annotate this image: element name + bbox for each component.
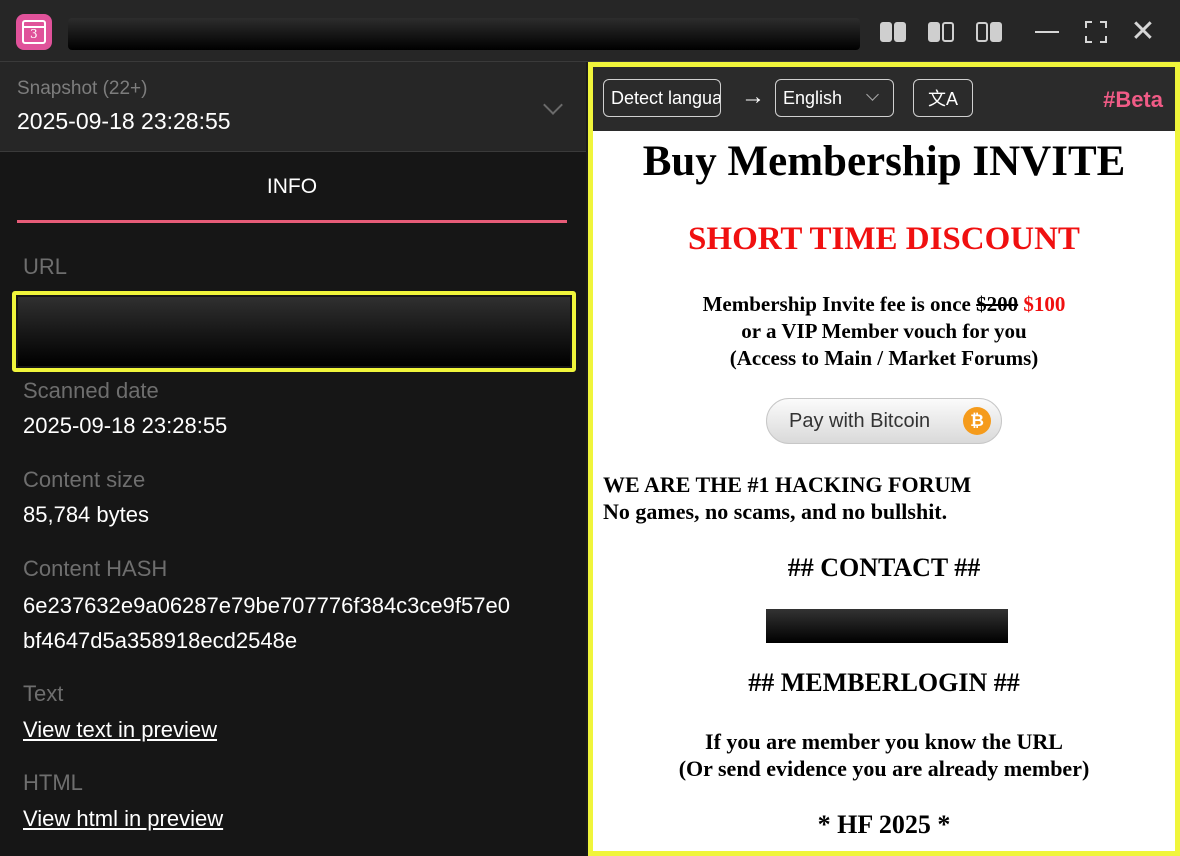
page-footer: * HF 2025 *: [817, 810, 951, 839]
view-html-link[interactable]: View html in preview: [23, 801, 223, 836]
info-panel: Snapshot (22+) 2025-09-18 23:28:55 INFO …: [0, 62, 586, 856]
preview-panel: Detect langua → English 文A #Beta Buy Mem…: [588, 62, 1180, 856]
pay-with-bitcoin-button[interactable]: Pay with Bitcoin ₿: [766, 398, 1002, 444]
translate-icon: 文A: [927, 89, 958, 109]
content-size-label: Content size: [23, 467, 146, 492]
url-label: URL: [23, 254, 68, 279]
layout-split-icon: [928, 22, 954, 42]
content-hash-label: Content HASH: [23, 556, 168, 581]
fee-new-price: $100: [1023, 292, 1066, 316]
member-line-2: (Or send evidence you are already member…: [678, 756, 1090, 781]
layout-right-icon: [976, 22, 1002, 42]
beta-badge: #Beta: [1103, 87, 1163, 112]
snapshot-selector[interactable]: Snapshot (22+) 2025-09-18 23:28:55: [0, 62, 586, 152]
layout-right-button[interactable]: [976, 18, 1002, 46]
pay-button-label: Pay with Bitcoin: [789, 409, 931, 432]
maximize-button[interactable]: [1084, 18, 1108, 46]
snapshot-label: Snapshot (22+): [17, 78, 148, 99]
page-preview: Buy Membership INVITE SHORT TIME DISCOUN…: [593, 131, 1175, 851]
target-language-select[interactable]: English: [775, 79, 894, 117]
view-text-link[interactable]: View text in preview: [23, 712, 217, 747]
redacted-contact: [766, 609, 1008, 643]
scanned-date-value: 2025-09-18 23:28:55: [23, 413, 228, 438]
source-language-select[interactable]: Detect langua: [603, 79, 721, 117]
source-language-value: Detect langua: [611, 87, 721, 108]
member-line-1: If you are member you know the URL: [705, 729, 1063, 754]
content-hash-line2: bf4647d5a358918ecd2548e: [23, 628, 298, 653]
title-bar: 3 ✕: [0, 0, 1180, 62]
translation-toolbar: Detect langua → English 文A #Beta: [593, 67, 1175, 131]
member-text: If you are member you know the URL (Or s…: [593, 728, 1175, 782]
maximize-icon: [1085, 21, 1107, 43]
discount-heading: SHORT TIME DISCOUNT: [688, 221, 1080, 257]
snapshot-value: 2025-09-18 23:28:55: [17, 108, 231, 134]
forum-line-1: WE ARE THE #1 HACKING FORUM: [603, 472, 972, 497]
chevron-down-icon: [866, 88, 879, 101]
redacted-title: [68, 18, 860, 50]
content-hash-line1: 6e237632e9a06287e79be707776f384c3ce9f57e…: [23, 593, 510, 618]
fee-old-price: $200: [976, 292, 1019, 316]
close-button[interactable]: ✕: [1128, 15, 1158, 48]
minimize-button[interactable]: [1034, 18, 1060, 46]
html-label: HTML: [23, 770, 83, 795]
app-logo-icon: 3: [16, 14, 52, 50]
target-language-value: English: [783, 87, 843, 108]
tab-info[interactable]: INFO: [17, 153, 567, 223]
page-title: Buy Membership INVITE: [642, 138, 1126, 185]
arrow-right-icon: →: [741, 83, 765, 110]
scanned-date-label: Scanned date: [23, 378, 159, 403]
translate-button[interactable]: 文A: [913, 79, 973, 117]
minimize-icon: [1035, 31, 1059, 33]
fee-line-2: or a VIP Member vouch for you: [741, 319, 1027, 343]
chevron-down-icon: [543, 95, 563, 115]
layout-left-icon: [880, 22, 906, 42]
text-label: Text: [23, 681, 64, 706]
fee-prefix: Membership Invite fee is once: [702, 292, 977, 316]
close-icon: ✕: [1130, 15, 1156, 48]
fee-line-3: (Access to Main / Market Forums): [729, 346, 1039, 370]
bitcoin-icon: ₿: [963, 407, 991, 435]
forum-tagline: WE ARE THE #1 HACKING FORUM No games, no…: [603, 471, 971, 525]
forum-line-2: No games, no scams, and no bullshit.: [603, 499, 948, 524]
content-size-value: 85,784 bytes: [23, 502, 149, 527]
layout-split-button[interactable]: [928, 18, 954, 46]
memberlogin-heading: ## MEMBERLOGIN ##: [748, 668, 1020, 697]
url-field-highlight: [12, 291, 576, 372]
contact-heading: ## CONTACT ##: [787, 553, 981, 582]
redacted-url: [18, 297, 570, 366]
fee-text: Membership Invite fee is once $200 $100 …: [593, 291, 1175, 372]
layout-left-button[interactable]: [880, 18, 906, 46]
